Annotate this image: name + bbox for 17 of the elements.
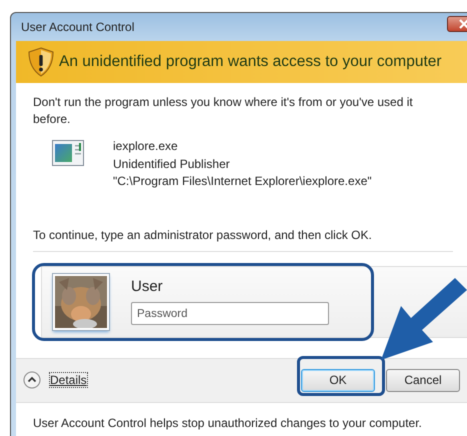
warning-message: Don't run the program unless you know where it's from or you've used it before.	[33, 94, 414, 128]
footer-text: User Account Control helps stop unauthorized changes to your computer.	[33, 416, 422, 430]
ok-button[interactable]: OK	[301, 368, 375, 392]
details-link[interactable]: Details	[49, 372, 88, 388]
cancel-button[interactable]: Cancel	[386, 368, 460, 392]
password-field[interactable]: Password	[131, 302, 329, 325]
instruction-text: To continue, type an administrator password, and then click OK.	[33, 228, 453, 252]
shield-warning-icon	[28, 47, 54, 77]
program-path: "C:\Program Files\Internet Explorer\iexplore.exe"	[113, 173, 372, 190]
banner-heading: An unidentified program wants access to your computer	[59, 53, 442, 71]
publisher-name: Unidentified Publisher	[113, 156, 231, 172]
window-title: User Account Control	[21, 20, 134, 34]
program-window-icon	[52, 140, 84, 166]
program-name: iexplore.exe	[113, 138, 179, 155]
collapse-chevron-button[interactable]	[23, 371, 41, 389]
close-icon	[457, 19, 467, 29]
user-name: User	[131, 278, 164, 295]
